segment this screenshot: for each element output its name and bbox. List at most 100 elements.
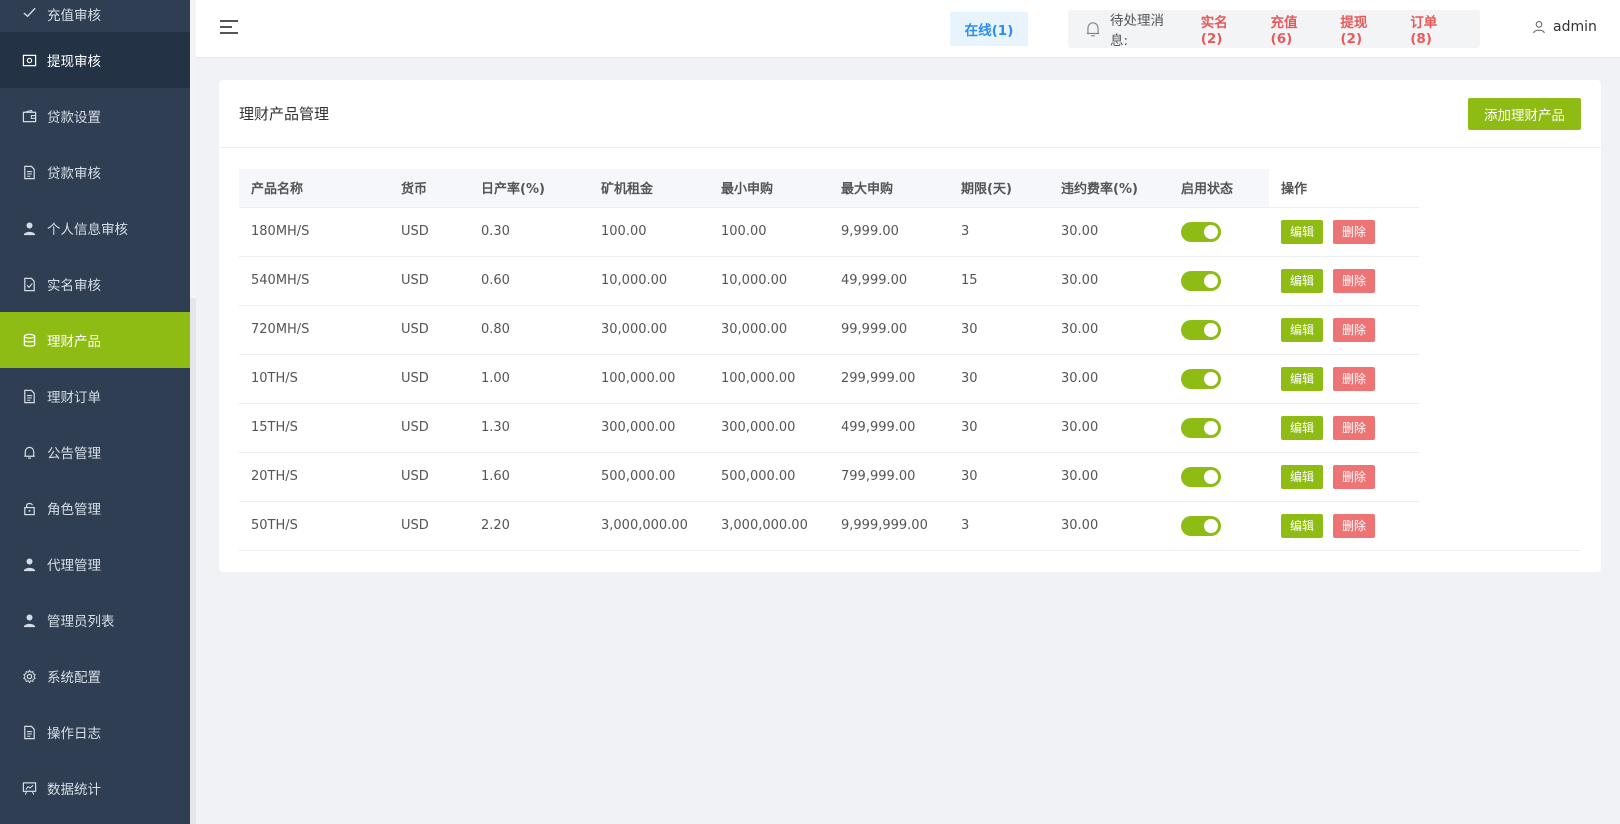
cell-rent: 100,000.00 [589,354,709,404]
card-header: 理财产品管理 添加理财产品 [219,80,1601,148]
user-icon [21,612,37,628]
cell-rate: 1.60 [469,452,589,502]
cell-status [1169,501,1269,551]
edit-button[interactable]: 编辑 [1281,415,1324,440]
enable-toggle[interactable] [1181,466,1221,487]
cell-penalty: 30.00 [1049,207,1169,257]
sidebar-item-loan-review[interactable]: 贷款审核 [0,144,190,200]
cell-rent: 300,000.00 [589,403,709,453]
cell-rate: 0.30 [469,207,589,257]
cell-name: 20TH/S [239,452,389,502]
sidebar-item-loan-settings[interactable]: 贷款设置 [0,88,190,144]
table-row: 10TH/S USD 1.00 100,000.00 100,000.00 299,999… [239,354,1419,404]
cell-penalty: 30.00 [1049,305,1169,355]
cell-term: 30 [949,354,1049,404]
enable-toggle[interactable] [1181,417,1221,438]
delete-button[interactable]: 删除 [1333,513,1376,538]
enable-toggle[interactable] [1181,515,1221,536]
delete-button[interactable]: 删除 [1333,317,1376,342]
sidebar-item-statistics[interactable]: 数据统计 [0,760,190,816]
sidebar-item-admin-list[interactable]: 管理员列表 [0,592,190,648]
sidebar-item-agents[interactable]: 代理管理 [0,536,190,592]
username: admin [1553,19,1597,35]
table-header-row: 产品名称 货币 日产率(%) 矿机租金 最小申购 最大申购 期限(天) 违约费率… [239,169,1419,208]
cell-name: 540MH/S [239,256,389,306]
cell-actions: 编辑 删除 [1269,305,1419,355]
user-icon [1533,21,1545,34]
cell-currency: USD [389,452,469,502]
cell-status [1169,403,1269,453]
chart-board-icon [21,780,37,796]
cell-rate: 0.80 [469,305,589,355]
table-row: 720MH/S USD 0.80 30,000.00 30,000.00 99,999.0… [239,305,1419,355]
document-icon [21,724,37,740]
edit-button[interactable]: 编辑 [1281,219,1324,244]
enable-toggle[interactable] [1181,368,1221,389]
cell-min: 30,000.00 [709,305,829,355]
sidebar-item-label: 操作日志 [47,726,101,742]
cell-rate: 0.60 [469,256,589,306]
delete-button[interactable]: 删除 [1333,366,1376,391]
cell-max: 9,999.00 [829,207,949,257]
user-icon [21,556,37,572]
cell-name: 10TH/S [239,354,389,404]
cell-currency: USD [389,403,469,453]
enable-toggle[interactable] [1181,270,1221,291]
menu-toggle-icon[interactable] [220,20,238,38]
sidebar-item-financial-orders[interactable]: 理财订单 [0,368,190,424]
table-row: 50TH/S USD 2.20 3,000,000.00 3,000,000.00 9,9… [239,501,1419,551]
edit-button[interactable]: 编辑 [1281,464,1324,489]
edit-button[interactable]: 编辑 [1281,317,1324,342]
cell-penalty: 30.00 [1049,354,1169,404]
cell-actions: 编辑 删除 [1269,354,1419,404]
pending-realname-link[interactable]: 实名(2) [1201,11,1249,47]
cell-term: 30 [949,403,1049,453]
edit-button[interactable]: 编辑 [1281,366,1324,391]
user-menu[interactable]: admin [1532,19,1597,35]
document-icon [21,388,37,404]
cell-actions: 编辑 删除 [1269,403,1419,453]
add-product-button[interactable]: 添加理财产品 [1468,97,1581,130]
sidebar-item-realname-review[interactable]: 实名审核 [0,256,190,312]
pending-withdraw-link[interactable]: 提现(2) [1340,11,1388,47]
gear-icon [21,668,37,684]
edit-button[interactable]: 编辑 [1281,268,1324,293]
sidebar-item-operation-log[interactable]: 操作日志 [0,704,190,760]
delete-button[interactable]: 删除 [1333,415,1376,440]
cell-term: 30 [949,305,1049,355]
sidebar-item-system-config[interactable]: 系统配置 [0,648,190,704]
delete-button[interactable]: 删除 [1333,268,1376,293]
column-header: 矿机租金 [589,169,709,208]
cell-min: 300,000.00 [709,403,829,453]
sidebar-item-roles[interactable]: 角色管理 [0,480,190,536]
sidebar-scrollbar[interactable] [190,298,196,824]
check-icon [21,4,37,20]
sidebar-item-personal-info-review[interactable]: 个人信息审核 [0,200,190,256]
sidebar-item-recharge-review[interactable]: 充值审核 [0,0,190,32]
product-management-card: 理财产品管理 添加理财产品 产品名称 货币 日产率(%) 矿机租金 最小申购 最… [219,80,1601,572]
enable-toggle[interactable] [1181,221,1221,242]
edit-button[interactable]: 编辑 [1281,513,1324,538]
cell-rent: 10,000.00 [589,256,709,306]
cell-currency: USD [389,207,469,257]
cell-max: 299,999.00 [829,354,949,404]
online-count-button[interactable]: 在线(1) [950,12,1028,46]
sidebar-item-financial-products[interactable]: 理财产品 [0,312,190,368]
sidebar-item-withdraw-review[interactable]: 提现审核 [0,32,190,88]
sidebar-item-announcements[interactable]: 公告管理 [0,424,190,480]
cell-max: 49,999.00 [829,256,949,306]
cell-actions: 编辑 删除 [1269,256,1419,306]
cell-name: 50TH/S [239,501,389,551]
cell-min: 100.00 [709,207,829,257]
cell-name: 15TH/S [239,403,389,453]
money-icon [21,52,37,68]
pending-orders-link[interactable]: 订单(8) [1410,11,1458,47]
sidebar-item-label: 理财订单 [47,390,101,406]
pending-recharge-link[interactable]: 充值(6) [1271,11,1319,47]
sidebar-item-label: 实名审核 [47,278,101,294]
table-row: 180MH/S USD 0.30 100.00 100.00 9,999.00 3 30.00… [239,207,1419,257]
delete-button[interactable]: 删除 [1333,464,1376,489]
column-header: 最小申购 [709,169,829,208]
enable-toggle[interactable] [1181,319,1221,340]
delete-button[interactable]: 删除 [1333,219,1376,244]
